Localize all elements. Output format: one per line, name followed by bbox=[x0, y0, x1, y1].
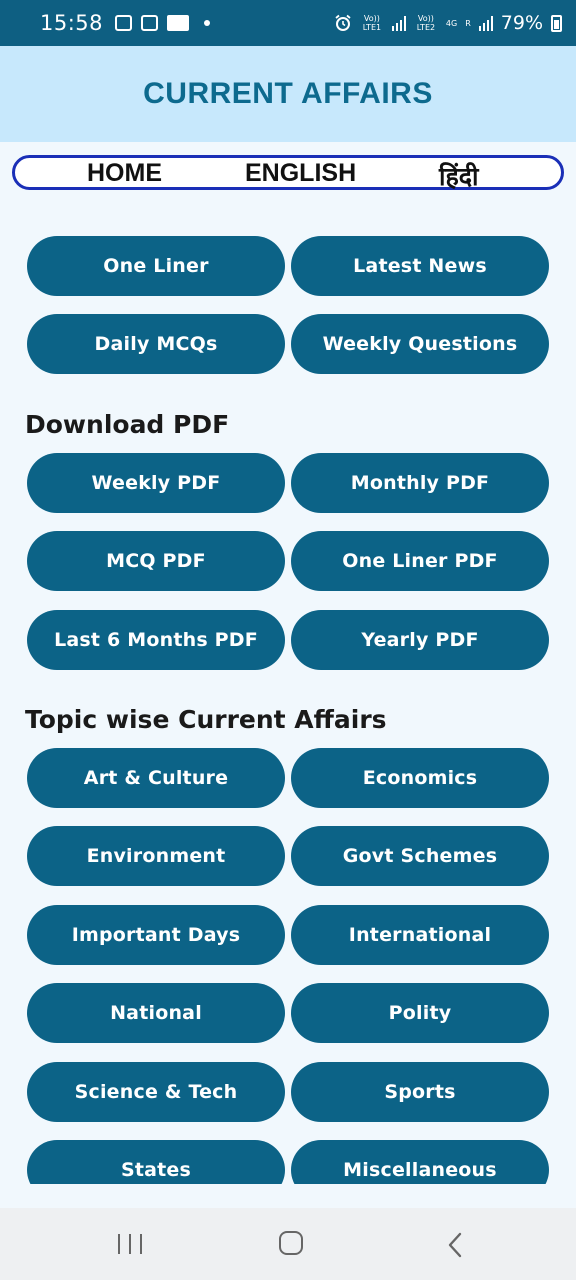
sim1-label: Vo)) LTE1 bbox=[362, 14, 382, 32]
weekly-pdf-button[interactable]: Weekly PDF bbox=[27, 453, 285, 513]
topic-environment-button[interactable]: Environment bbox=[27, 826, 285, 886]
topic-sports-button[interactable]: Sports bbox=[291, 1062, 549, 1122]
topic-national-button[interactable]: National bbox=[27, 983, 285, 1043]
system-nav-bar bbox=[0, 1208, 576, 1280]
battery-icon bbox=[551, 14, 562, 32]
topic-govt-schemes-button[interactable]: Govt Schemes bbox=[291, 826, 549, 886]
signal-2-icon bbox=[478, 15, 493, 31]
gallery-notification-icon bbox=[115, 15, 133, 31]
alarm-icon bbox=[335, 14, 351, 31]
nav-home[interactable]: HOME bbox=[87, 159, 162, 188]
one-liner-button[interactable]: One Liner bbox=[27, 236, 285, 296]
recent-apps-icon[interactable] bbox=[118, 1234, 142, 1254]
download-pdf-heading: Download PDF bbox=[25, 410, 230, 439]
status-time: 15:58 bbox=[40, 11, 104, 35]
news-notification-icon bbox=[167, 15, 190, 31]
topic-science-tech-button[interactable]: Science & Tech bbox=[27, 1062, 285, 1122]
sim2-label: Vo)) LTE2 bbox=[416, 14, 436, 32]
roaming-label: R bbox=[465, 18, 471, 28]
signal-1-icon bbox=[391, 15, 406, 31]
daily-mcqs-button[interactable]: Daily MCQs bbox=[27, 314, 285, 374]
more-notifications-icon bbox=[204, 20, 211, 26]
page-title: CURRENT AFFAIRS bbox=[143, 77, 433, 110]
topic-miscellaneous-button[interactable]: Miscellaneous bbox=[291, 1140, 549, 1184]
app-header: CURRENT AFFAIRS bbox=[0, 46, 576, 142]
topic-states-button[interactable]: States bbox=[27, 1140, 285, 1184]
mcq-pdf-button[interactable]: MCQ PDF bbox=[27, 531, 285, 591]
topic-economics-button[interactable]: Economics bbox=[291, 748, 549, 808]
topic-important-days-button[interactable]: Important Days bbox=[27, 905, 285, 965]
app-notification-icon bbox=[141, 15, 159, 31]
last-6-months-pdf-button[interactable]: Last 6 Months PDF bbox=[27, 610, 285, 670]
top-nav: HOME ENGLISH हिंदी bbox=[12, 155, 564, 193]
monthly-pdf-button[interactable]: Monthly PDF bbox=[291, 453, 549, 513]
battery-percent: 79% bbox=[500, 12, 543, 34]
yearly-pdf-button[interactable]: Yearly PDF bbox=[291, 610, 549, 670]
weekly-questions-button[interactable]: Weekly Questions bbox=[291, 314, 549, 374]
topic-art-culture-button[interactable]: Art & Culture bbox=[27, 748, 285, 808]
back-icon[interactable] bbox=[446, 1232, 466, 1258]
topic-polity-button[interactable]: Polity bbox=[291, 983, 549, 1043]
latest-news-button[interactable]: Latest News bbox=[291, 236, 549, 296]
content-area[interactable]: HOME ENGLISH हिंदी One Liner Latest News… bbox=[0, 142, 576, 1184]
one-liner-pdf-button[interactable]: One Liner PDF bbox=[291, 531, 549, 591]
topic-international-button[interactable]: International bbox=[291, 905, 549, 965]
nav-hindi[interactable]: हिंदी bbox=[439, 159, 479, 193]
status-bar: 15:58 Vo)) LTE1 Vo)) LTE2 4G R 79% bbox=[0, 0, 576, 46]
nav-english[interactable]: ENGLISH bbox=[245, 159, 356, 188]
topic-wise-heading: Topic wise Current Affairs bbox=[25, 705, 387, 734]
home-icon[interactable] bbox=[279, 1231, 303, 1255]
data-type-label: 4G bbox=[445, 18, 458, 28]
